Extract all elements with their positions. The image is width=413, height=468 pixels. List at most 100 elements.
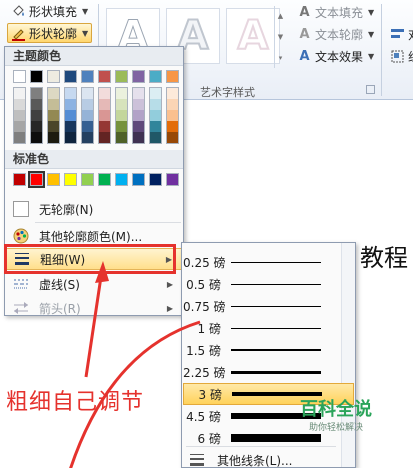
- theme-shade-swatch[interactable]: [65, 99, 76, 110]
- theme-shade-swatch[interactable]: [150, 121, 161, 132]
- theme-shade-swatch[interactable]: [82, 132, 93, 143]
- theme-shade-swatch[interactable]: [167, 110, 178, 121]
- theme-color-swatch[interactable]: [47, 70, 60, 83]
- theme-shade-swatch[interactable]: [116, 110, 127, 121]
- text-outline-button[interactable]: A 文本轮廓 ▼: [294, 24, 377, 44]
- arrows-item[interactable]: 箭头(R) ▶: [5, 297, 183, 319]
- weight-option-label: 6 磅: [197, 431, 221, 446]
- theme-shade-swatch[interactable]: [65, 121, 76, 132]
- theme-shade-swatch[interactable]: [99, 88, 110, 99]
- theme-color-swatch[interactable]: [81, 70, 94, 83]
- theme-shade-swatch[interactable]: [31, 88, 42, 99]
- weight-option[interactable]: 0.75 磅: [183, 295, 354, 317]
- theme-shade-swatch[interactable]: [116, 121, 127, 132]
- gallery-scroll[interactable]: ▲ ▼ ▾: [274, 6, 286, 68]
- theme-shade-swatch[interactable]: [133, 132, 144, 143]
- standard-color-swatch[interactable]: [98, 173, 111, 186]
- theme-shade-swatch[interactable]: [82, 88, 93, 99]
- more-lines-item[interactable]: 其他线条(L)...: [183, 449, 354, 468]
- standard-color-swatch[interactable]: [132, 173, 145, 186]
- theme-shade-swatch[interactable]: [150, 88, 161, 99]
- watermark-subtitle: 助你轻松解决: [308, 423, 363, 433]
- align-button[interactable]: 对: [387, 24, 413, 44]
- group-button[interactable]: 组: [387, 46, 413, 66]
- theme-shade-swatch[interactable]: [31, 132, 42, 143]
- theme-shade-swatch[interactable]: [65, 110, 76, 121]
- theme-color-swatch[interactable]: [166, 70, 179, 83]
- theme-shade-swatch[interactable]: [65, 88, 76, 99]
- weight-sample-line: [231, 261, 321, 263]
- theme-shade-swatch[interactable]: [167, 88, 178, 99]
- weight-option-label: 4.5 磅: [186, 409, 221, 424]
- theme-shade-swatch[interactable]: [65, 132, 76, 143]
- shape-fill-button[interactable]: 形状填充 ▼: [8, 1, 91, 21]
- theme-shade-swatch[interactable]: [48, 88, 59, 99]
- theme-color-swatch[interactable]: [30, 70, 43, 83]
- more-icon[interactable]: ▾: [279, 54, 283, 62]
- weight-option[interactable]: 2.25 磅: [183, 361, 354, 383]
- dialog-launcher-icon[interactable]: [366, 85, 375, 94]
- theme-shade-swatch[interactable]: [99, 132, 110, 143]
- no-outline-item[interactable]: 无轮廓(N): [5, 198, 183, 220]
- theme-shade-swatch[interactable]: [82, 99, 93, 110]
- theme-shade-swatch[interactable]: [48, 110, 59, 121]
- theme-color-swatch[interactable]: [64, 70, 77, 83]
- theme-shade-swatch[interactable]: [116, 132, 127, 143]
- standard-color-swatch[interactable]: [149, 173, 162, 186]
- theme-shade-swatch[interactable]: [14, 88, 25, 99]
- theme-shade-swatch[interactable]: [82, 110, 93, 121]
- theme-shade-swatch[interactable]: [48, 99, 59, 110]
- paint-bucket-icon: [11, 4, 26, 19]
- standard-color-swatch[interactable]: [115, 173, 128, 186]
- theme-shade-swatch[interactable]: [99, 121, 110, 132]
- theme-shade-swatch[interactable]: [133, 110, 144, 121]
- standard-color-swatch[interactable]: [166, 173, 179, 186]
- theme-shade-swatch[interactable]: [167, 121, 178, 132]
- theme-shade-swatch[interactable]: [99, 110, 110, 121]
- standard-color-swatch[interactable]: [47, 173, 60, 186]
- theme-shade-swatch[interactable]: [14, 132, 25, 143]
- text-fill-button[interactable]: A 文本填充 ▼: [294, 2, 377, 22]
- weight-option[interactable]: 1 磅: [183, 317, 354, 339]
- theme-shade-swatch[interactable]: [14, 121, 25, 132]
- theme-shade-swatch[interactable]: [133, 121, 144, 132]
- theme-shade-swatch[interactable]: [150, 132, 161, 143]
- wordart-style-3[interactable]: A: [226, 8, 280, 64]
- theme-shade-swatch[interactable]: [116, 88, 127, 99]
- theme-color-swatch[interactable]: [149, 70, 162, 83]
- chevron-down-icon[interactable]: ▼: [278, 33, 283, 41]
- shape-outline-button[interactable]: 形状轮廓 ▼: [7, 23, 93, 43]
- theme-color-swatch[interactable]: [115, 70, 128, 83]
- theme-shade-swatch[interactable]: [31, 110, 42, 121]
- weight-option[interactable]: 1.5 磅: [183, 339, 354, 361]
- theme-shade-swatch[interactable]: [150, 110, 161, 121]
- weight-option-label: 0.75 磅: [183, 299, 226, 314]
- theme-shade-swatch[interactable]: [48, 121, 59, 132]
- theme-color-swatch[interactable]: [132, 70, 145, 83]
- theme-shade-swatch[interactable]: [48, 132, 59, 143]
- theme-color-swatch[interactable]: [13, 70, 26, 83]
- theme-shade-swatch[interactable]: [133, 99, 144, 110]
- theme-shade-swatch[interactable]: [133, 88, 144, 99]
- theme-shade-swatch[interactable]: [167, 132, 178, 143]
- chevron-up-icon[interactable]: ▲: [278, 12, 283, 20]
- theme-shade-swatch[interactable]: [31, 121, 42, 132]
- theme-shade-swatch[interactable]: [99, 99, 110, 110]
- theme-shade-swatch[interactable]: [150, 99, 161, 110]
- theme-shade-swatch[interactable]: [14, 99, 25, 110]
- theme-shade-swatch[interactable]: [116, 99, 127, 110]
- weight-option[interactable]: 0.5 磅: [183, 273, 354, 295]
- standard-color-swatch[interactable]: [28, 171, 45, 188]
- dashes-item[interactable]: 虚线(S) ▶: [5, 273, 183, 295]
- standard-color-swatch[interactable]: [13, 173, 26, 186]
- chevron-down-icon: ▼: [368, 7, 375, 17]
- theme-shade-swatch[interactable]: [31, 99, 42, 110]
- theme-shade-swatch[interactable]: [167, 99, 178, 110]
- theme-color-swatch[interactable]: [98, 70, 111, 83]
- standard-color-swatch[interactable]: [81, 173, 94, 186]
- theme-shade-swatch[interactable]: [82, 121, 93, 132]
- theme-shade-swatch[interactable]: [14, 110, 25, 121]
- text-effect-button[interactable]: A 文本效果 ▼: [294, 46, 377, 66]
- weight-option[interactable]: 0.25 磅: [183, 251, 354, 273]
- standard-color-swatch[interactable]: [64, 173, 77, 186]
